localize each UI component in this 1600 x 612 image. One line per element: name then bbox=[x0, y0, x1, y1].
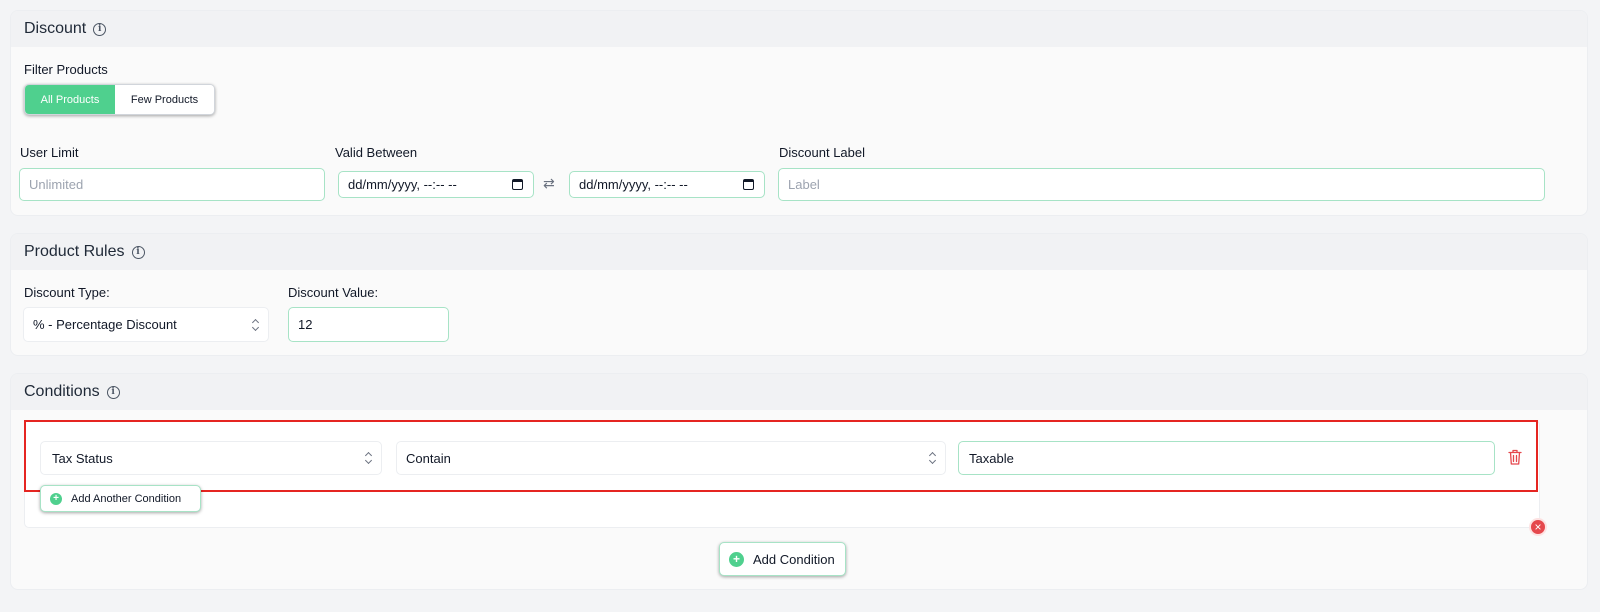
discount-label-label: Discount Label bbox=[779, 145, 865, 160]
discount-label-input[interactable]: Label bbox=[778, 168, 1545, 201]
calendar-icon[interactable] bbox=[743, 179, 754, 190]
valid-to-input[interactable]: dd/mm/yyyy, --:-- -- bbox=[569, 171, 765, 198]
calendar-icon[interactable] bbox=[512, 179, 523, 190]
discount-header: Discount i bbox=[11, 11, 1587, 47]
plus-circle-icon: + bbox=[50, 492, 62, 505]
filter-products-label: Filter Products bbox=[24, 62, 108, 77]
discount-type-value: % - Percentage Discount bbox=[33, 317, 177, 332]
add-condition-label: Add Condition bbox=[753, 551, 835, 567]
chevron-updown-icon bbox=[251, 318, 260, 331]
swap-icon: ⇄ bbox=[543, 175, 555, 191]
add-another-condition-label: Add Another Condition bbox=[71, 492, 182, 505]
discount-type-label: Discount Type: bbox=[24, 285, 110, 300]
conditions-header: Conditions i bbox=[11, 374, 1587, 410]
discount-value-label: Discount Value: bbox=[288, 285, 379, 300]
highlight-box bbox=[24, 420, 1538, 492]
discount-value-input[interactable]: 12 bbox=[288, 307, 449, 342]
all-products-option[interactable]: All Products bbox=[25, 85, 115, 114]
discount-title: Discount bbox=[24, 20, 87, 37]
info-icon[interactable]: i bbox=[131, 245, 145, 259]
valid-from-value: dd/mm/yyyy, --:-- -- bbox=[348, 177, 457, 192]
product-rules-title: Product Rules bbox=[24, 243, 125, 260]
product-rules-header: Product Rules i bbox=[11, 234, 1587, 270]
user-limit-label: User Limit bbox=[20, 145, 79, 160]
user-limit-input[interactable]: Unlimited bbox=[19, 168, 325, 201]
plus-circle-icon: + bbox=[729, 551, 744, 567]
add-condition-button[interactable]: + Add Condition bbox=[719, 542, 846, 576]
valid-from-input[interactable]: dd/mm/yyyy, --:-- -- bbox=[338, 171, 534, 198]
close-circle-icon[interactable]: × bbox=[1529, 518, 1547, 536]
discount-type-select[interactable]: % - Percentage Discount bbox=[23, 307, 269, 342]
conditions-title: Conditions bbox=[24, 383, 100, 400]
filter-products-toggle: All Products Few Products bbox=[24, 84, 215, 115]
valid-between-label: Valid Between bbox=[335, 145, 418, 160]
valid-to-value: dd/mm/yyyy, --:-- -- bbox=[579, 177, 688, 192]
add-another-condition-button[interactable]: + Add Another Condition bbox=[40, 485, 201, 512]
few-products-option[interactable]: Few Products bbox=[115, 85, 214, 114]
info-icon[interactable]: i bbox=[106, 385, 120, 399]
info-icon[interactable]: i bbox=[93, 22, 107, 36]
